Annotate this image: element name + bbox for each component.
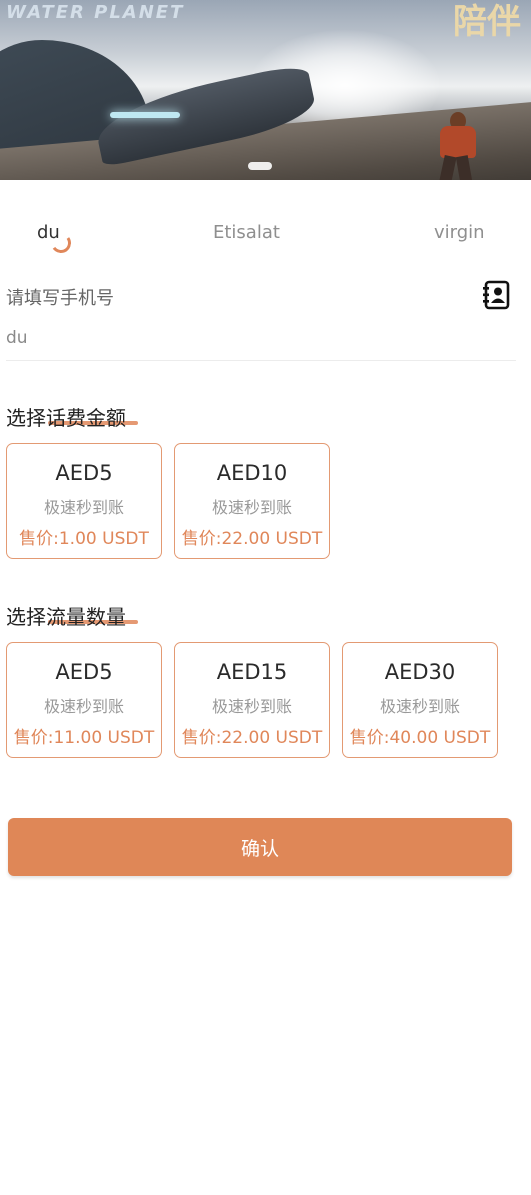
- data-card-aed30[interactable]: AED30 极速秒到账 售价:40.00 USDT: [342, 642, 498, 758]
- contacts-book-icon[interactable]: [481, 280, 511, 310]
- card-price: 售价:22.00 USDT: [181, 529, 323, 549]
- promo-banner[interactable]: WATER PLANET 陪伴: [0, 0, 531, 180]
- confirm-button[interactable]: 确认: [8, 818, 512, 876]
- operator-tabs: du Etisalat virgin: [0, 222, 531, 256]
- data-section-title: 选择流量数量: [6, 605, 126, 629]
- card-price: 售价:40.00 USDT: [349, 728, 491, 748]
- card-amount: AED15: [216, 660, 288, 684]
- data-card-aed5[interactable]: AED5 极速秒到账 售价:11.00 USDT: [6, 642, 162, 758]
- card-price: 售价:1.00 USDT: [19, 529, 149, 549]
- card-desc: 极速秒到账: [211, 498, 292, 517]
- banner-ship-light: [110, 112, 180, 118]
- card-amount: AED5: [55, 461, 113, 485]
- card-desc: 极速秒到账: [211, 697, 292, 716]
- banner-character: [428, 112, 488, 180]
- card-amount: AED5: [55, 660, 113, 684]
- card-amount: AED30: [384, 660, 456, 684]
- card-desc: 极速秒到账: [43, 498, 124, 517]
- banner-logo-right: 陪伴: [453, 2, 521, 42]
- phone-field-label: 请填写手机号: [6, 288, 114, 309]
- tab-virgin[interactable]: virgin: [434, 222, 485, 243]
- phone-input-underline: [6, 360, 516, 361]
- recharge-card-aed5[interactable]: AED5 极速秒到账 售价:1.00 USDT: [6, 443, 162, 559]
- card-desc: 极速秒到账: [43, 697, 124, 716]
- card-amount: AED10: [216, 461, 288, 485]
- card-desc: 极速秒到账: [379, 697, 460, 716]
- carousel-indicator[interactable]: [248, 162, 272, 170]
- recharge-section-title: 选择话费金额: [6, 406, 126, 430]
- phone-input[interactable]: du: [6, 328, 28, 348]
- card-price: 售价:11.00 USDT: [13, 728, 155, 748]
- card-price: 售价:22.00 USDT: [181, 728, 323, 748]
- banner-logo-left: WATER PLANET: [6, 2, 185, 23]
- tab-etisalat[interactable]: Etisalat: [213, 222, 280, 243]
- recharge-card-aed10[interactable]: AED10 极速秒到账 售价:22.00 USDT: [174, 443, 330, 559]
- data-card-aed15[interactable]: AED15 极速秒到账 售价:22.00 USDT: [174, 642, 330, 758]
